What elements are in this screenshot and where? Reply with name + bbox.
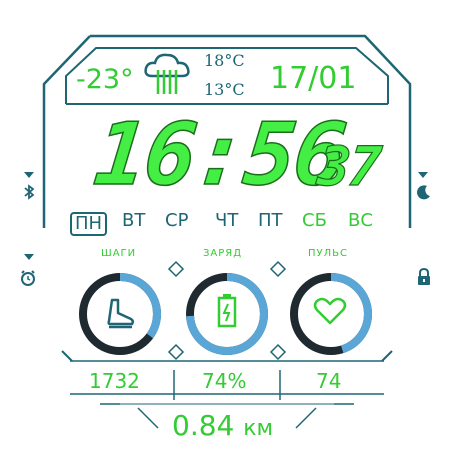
pulse-label: ПУЛЬС [308,248,348,259]
distance: 0.84 км [172,412,273,440]
current-temperature: -23° [76,64,134,95]
bluetooth-icon[interactable] [22,184,36,204]
weekday-fri: ПТ [258,210,283,231]
battery-label: ЗАРЯД [203,248,243,259]
distance-unit: км [243,416,274,441]
steps-label: ШАГИ [101,248,137,259]
time-seconds: 37 [314,134,383,198]
foot-icon [103,297,137,331]
cloud-rain-icon [142,50,194,98]
time-hours-minutes: 16:56 [89,104,350,206]
battery-icon [216,293,238,329]
weekday-mon: ПН [70,212,108,236]
weekday-sun: ВС [348,210,373,231]
weekday-tue: ВТ [122,210,146,231]
battery-value: 74% [202,369,247,393]
date: 17/01 [270,61,357,96]
pulse-value: 74 [316,369,342,393]
distance-value: 0.84 [172,409,235,442]
alarm-icon[interactable] [20,270,36,290]
weekday-wed: СР [165,210,189,231]
steps-value: 1732 [89,369,140,393]
temp-high: 18°C [204,51,245,70]
moon-icon[interactable] [416,184,432,204]
weekday-sat: СБ [302,210,327,231]
lock-icon[interactable] [416,267,432,290]
temp-low: 13°C [204,80,245,99]
heart-icon [313,296,347,326]
weekday-thu: ЧТ [215,210,239,231]
